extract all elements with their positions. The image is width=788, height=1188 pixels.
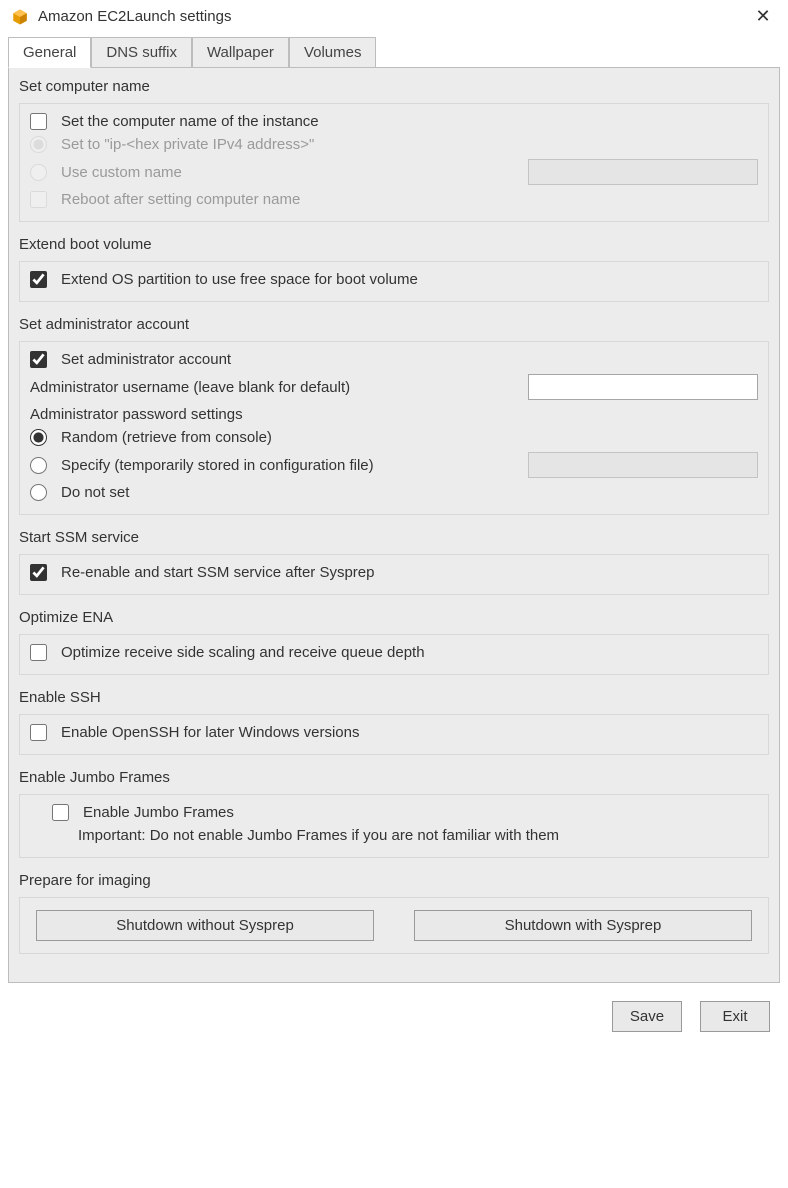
- admin-password-heading: Administrator password settings: [30, 406, 243, 423]
- group-jumbo: Enable Jumbo Frames Important: Do not en…: [19, 794, 769, 858]
- computer-name-custom-label: Use custom name: [61, 164, 182, 181]
- shutdown-with-sysprep-button[interactable]: Shutdown with Sysprep: [414, 910, 752, 941]
- pw-specify-input: [528, 452, 758, 478]
- admin-username-input[interactable]: [528, 374, 758, 400]
- jumbo-checkbox[interactable]: [52, 804, 69, 821]
- pw-none-label: Do not set: [61, 484, 129, 501]
- pw-random-radio[interactable]: [30, 429, 47, 446]
- group-title-ssh: Enable SSH: [19, 689, 769, 706]
- group-imaging: Shutdown without Sysprep Shutdown with S…: [19, 897, 769, 954]
- group-ssm: Re-enable and start SSM service after Sy…: [19, 554, 769, 595]
- ena-checkbox[interactable]: [30, 644, 47, 661]
- set-admin-label: Set administrator account: [61, 351, 231, 368]
- group-title-imaging: Prepare for imaging: [19, 872, 769, 889]
- pw-specify-label: Specify (temporarily stored in configura…: [61, 457, 374, 474]
- pw-specify-radio[interactable]: [30, 457, 47, 474]
- group-title-ssm: Start SSM service: [19, 529, 769, 546]
- tab-dns-suffix[interactable]: DNS suffix: [91, 37, 192, 68]
- save-button[interactable]: Save: [612, 1001, 682, 1032]
- ssh-checkbox[interactable]: [30, 724, 47, 741]
- group-admin: Set administrator account Administrator …: [19, 341, 769, 515]
- group-title-extend-boot: Extend boot volume: [19, 236, 769, 253]
- close-icon[interactable]: ✕: [748, 6, 778, 27]
- group-title-computer-name: Set computer name: [19, 78, 769, 95]
- ssm-checkbox[interactable]: [30, 564, 47, 581]
- jumbo-label: Enable Jumbo Frames: [83, 804, 234, 821]
- pw-none-radio[interactable]: [30, 484, 47, 501]
- group-ena: Optimize receive side scaling and receiv…: [19, 634, 769, 675]
- dialog-footer: Save Exit: [0, 991, 788, 1048]
- group-title-admin: Set administrator account: [19, 316, 769, 333]
- group-ssh: Enable OpenSSH for later Windows version…: [19, 714, 769, 755]
- exit-button[interactable]: Exit: [700, 1001, 770, 1032]
- tab-general[interactable]: General: [8, 37, 91, 68]
- general-panel: Set computer name Set the computer name …: [8, 67, 780, 983]
- jumbo-note: Important: Do not enable Jumbo Frames if…: [52, 827, 559, 844]
- ena-label: Optimize receive side scaling and receiv…: [61, 644, 425, 661]
- admin-username-label: Administrator username (leave blank for …: [30, 379, 350, 396]
- computer-name-ip-radio: [30, 136, 47, 153]
- computer-name-custom-input: [528, 159, 758, 185]
- extend-boot-label: Extend OS partition to use free space fo…: [61, 271, 418, 288]
- tab-strip: General DNS suffix Wallpaper Volumes: [0, 37, 788, 68]
- computer-name-ip-label: Set to "ip-<hex private IPv4 address>": [61, 136, 314, 153]
- aws-box-icon: [10, 7, 30, 27]
- window-title: Amazon EC2Launch settings: [38, 8, 748, 25]
- ssh-label: Enable OpenSSH for later Windows version…: [61, 724, 359, 741]
- set-admin-checkbox[interactable]: [30, 351, 47, 368]
- title-bar: Amazon EC2Launch settings ✕: [0, 0, 788, 33]
- pw-random-label: Random (retrieve from console): [61, 429, 272, 446]
- computer-name-custom-radio: [30, 164, 47, 181]
- ssm-label: Re-enable and start SSM service after Sy…: [61, 564, 374, 581]
- tab-volumes[interactable]: Volumes: [289, 37, 377, 68]
- reboot-after-name-checkbox: [30, 191, 47, 208]
- group-title-ena: Optimize ENA: [19, 609, 769, 626]
- set-computer-name-checkbox[interactable]: [30, 113, 47, 130]
- group-computer-name: Set the computer name of the instance Se…: [19, 103, 769, 222]
- shutdown-without-sysprep-button[interactable]: Shutdown without Sysprep: [36, 910, 374, 941]
- extend-boot-checkbox[interactable]: [30, 271, 47, 288]
- tab-wallpaper[interactable]: Wallpaper: [192, 37, 289, 68]
- group-title-jumbo: Enable Jumbo Frames: [19, 769, 769, 786]
- set-computer-name-label: Set the computer name of the instance: [61, 113, 319, 130]
- group-extend-boot: Extend OS partition to use free space fo…: [19, 261, 769, 302]
- reboot-after-name-label: Reboot after setting computer name: [61, 191, 300, 208]
